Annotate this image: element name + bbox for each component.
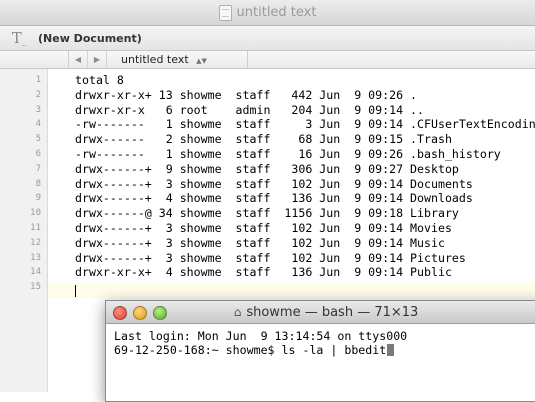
current-line-highlight	[48, 283, 535, 298]
terminal-line: Last login: Mon Jun 9 13:14:54 on ttys00…	[114, 329, 408, 343]
document-popup-menu[interactable]: untitled text ▲▼	[107, 51, 248, 68]
editor-line: drwx------+ 3 showme staff 102 Jun 9 09:…	[75, 176, 473, 191]
terminal-window[interactable]: ⌂ showme — bash — 71×13 Last login: Mon …	[105, 300, 535, 402]
editor-line: drwx------+ 3 showme staff 102 Jun 9 09:…	[75, 250, 466, 265]
current-document-label: untitled text	[121, 53, 189, 66]
editor-line: drwxr-xr-x+ 13 showme staff 442 Jun 9 09…	[75, 87, 418, 102]
line-number: 13	[30, 252, 41, 263]
text-tool-icon[interactable]: T_	[8, 29, 30, 47]
next-document-button[interactable]: ▶	[88, 51, 107, 68]
line-number: 7	[35, 163, 41, 174]
terminal-command: 69-12-250-168:~ showme$ ls -la | bbedit	[114, 343, 387, 357]
document-toolbar: T_ (New Document)	[0, 26, 535, 51]
terminal-title-text: showme — bash — 71×13	[246, 304, 419, 320]
line-number: 9	[35, 193, 41, 204]
terminal-prompt-line[interactable]: 69-12-250-168:~ showme$ ls -la | bbedit	[114, 343, 535, 357]
line-number: 4	[35, 119, 41, 130]
line-number: 12	[30, 237, 41, 248]
line-number: 3	[35, 104, 41, 115]
line-number: 15	[30, 282, 41, 293]
home-icon: ⌂	[233, 305, 242, 319]
window-title-text: untitled text	[236, 5, 317, 20]
window-title: untitled text	[218, 4, 317, 21]
navigation-bar: ◀ ▶ untitled text ▲▼	[0, 51, 535, 69]
editor-line: drwx------+ 3 showme staff 102 Jun 9 09:…	[75, 221, 452, 235]
terminal-body[interactable]: Last login: Mon Jun 9 13:14:54 on ttys00…	[106, 324, 535, 357]
terminal-cursor	[387, 344, 395, 356]
editor-line: drwx------+ 4 showme staff 136 Jun 9 09:…	[75, 191, 473, 206]
nav-spacer	[0, 51, 69, 68]
line-number: 10	[30, 208, 41, 219]
terminal-title: ⌂ showme — bash — 71×13	[106, 301, 535, 323]
editor-line: drwxr-xr-x+ 4 showme staff 136 Jun 9 09:…	[75, 265, 452, 280]
line-number: 11	[30, 223, 41, 233]
document-icon	[218, 4, 232, 21]
editor-line: drwxr-xr-x 6 root admin 204 Jun 9 09:14 …	[75, 102, 425, 117]
editor-line: -rw------- 1 showme staff 16 Jun 9 09:26…	[75, 147, 501, 161]
editor-line: drwx------+ 9 showme staff 306 Jun 9 09:…	[75, 161, 459, 176]
line-number: 5	[35, 134, 41, 145]
document-name: (New Document)	[38, 31, 142, 45]
previous-document-button[interactable]: ◀	[69, 51, 88, 68]
editor-line: -rw------- 1 showme staff 3 Jun 9 09:14 …	[75, 117, 535, 132]
line-number: 2	[35, 89, 41, 100]
window-titlebar[interactable]: untitled text	[0, 0, 535, 26]
line-number: 14	[30, 267, 41, 278]
editor-line: total 8	[75, 73, 124, 87]
editor-line: drwx------+ 3 showme staff 102 Jun 9 09:…	[75, 235, 445, 250]
line-number: 1	[35, 75, 41, 85]
popup-arrows-icon: ▲▼	[196, 57, 207, 65]
line-number: 8	[35, 178, 41, 189]
editor-line: drwx------@ 34 showme staff 1156 Jun 9 0…	[75, 206, 459, 221]
line-number: 6	[35, 149, 41, 159]
terminal-titlebar[interactable]: ⌂ showme — bash — 71×13	[106, 301, 535, 324]
editor-line: drwx------ 2 showme staff 68 Jun 9 09:15…	[75, 132, 452, 147]
line-number-gutter: 1 2 3 4 5 6 7 8 9 10 11 12 13 14 15	[0, 69, 48, 392]
text-caret	[75, 285, 76, 297]
